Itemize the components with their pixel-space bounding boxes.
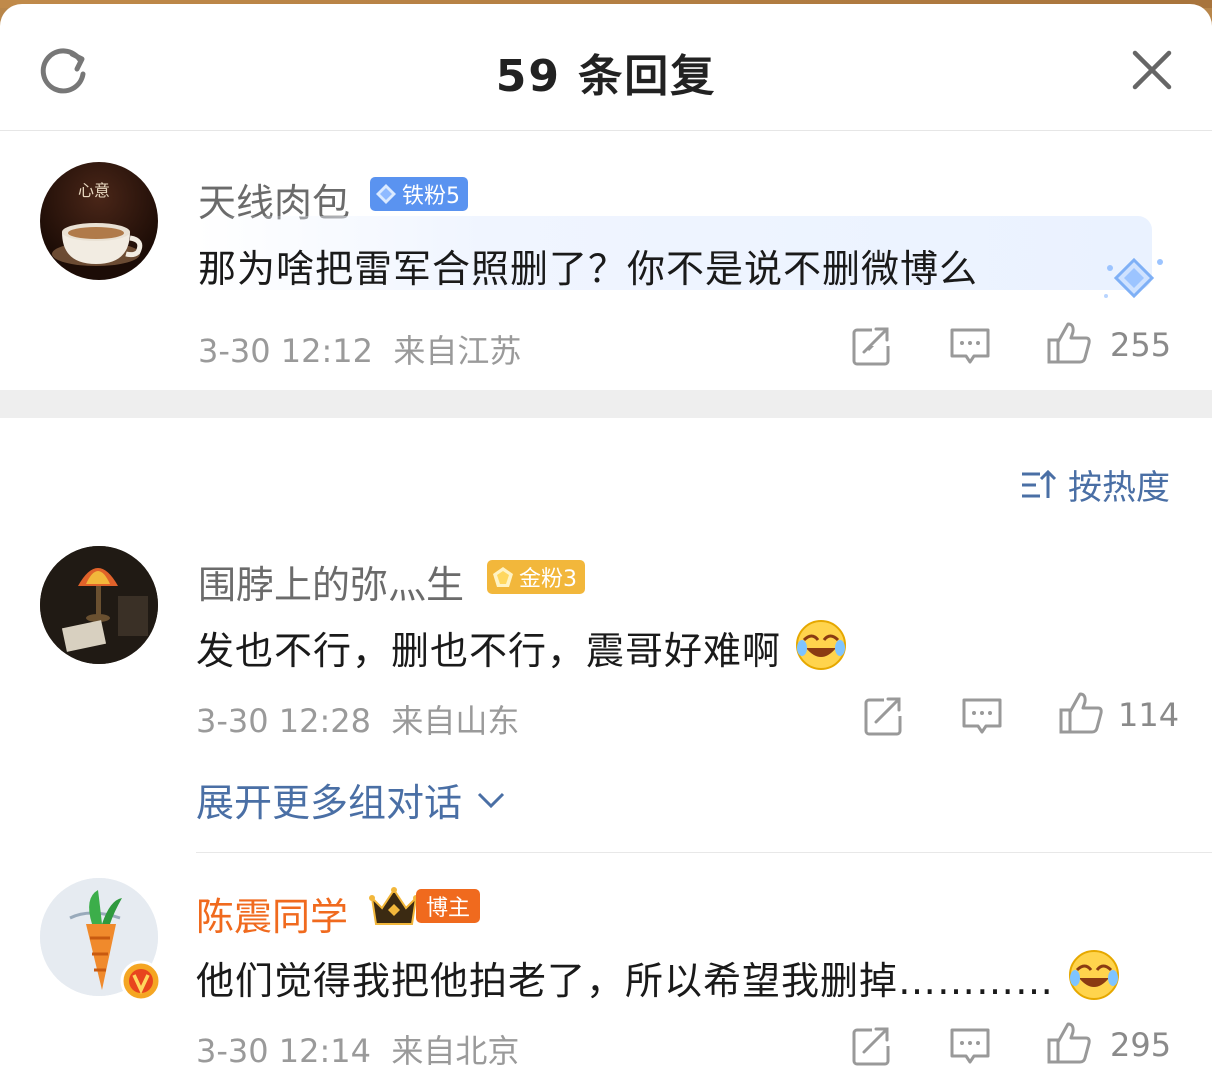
like-count: 114 xyxy=(1118,696,1180,734)
fan-badge-label: 金粉3 xyxy=(519,567,577,592)
section-divider xyxy=(0,390,1212,418)
sort-label: 按热度 xyxy=(1068,468,1170,508)
like-count: 255 xyxy=(1110,326,1172,364)
author-username[interactable]: 陈震同学 xyxy=(196,886,348,941)
share-icon[interactable] xyxy=(850,1024,894,1068)
comment-icon[interactable] xyxy=(948,324,992,368)
lamp-image xyxy=(40,546,158,664)
comment-location: 来自江苏 xyxy=(393,332,522,370)
close-icon[interactable] xyxy=(1130,48,1174,92)
reply-time: 3-30 12:28 xyxy=(196,702,372,740)
avatar[interactable] xyxy=(40,546,158,664)
crown-icon xyxy=(369,887,419,925)
like-icon[interactable] xyxy=(1058,690,1104,736)
reply-location: 来自北京 xyxy=(391,1032,520,1070)
fan-badge[interactable]: 铁粉5 xyxy=(370,177,468,211)
page-title: 59 条回复 xyxy=(495,51,717,102)
expand-label: 展开更多组对话 xyxy=(196,781,463,825)
sparkle-diamond-icon xyxy=(1104,257,1163,299)
comment-time: 3-30 12:12 xyxy=(198,332,374,370)
sort-toggle[interactable]: 按热度 xyxy=(1020,460,1170,509)
reply-text: 发也不行，删也不行，震哥好难啊 xyxy=(196,618,848,675)
author-badge-label: 博主 xyxy=(416,889,481,923)
comment-text: 那为啥把雷军合照删了？你不是说不删微博么 xyxy=(198,247,979,291)
reply-meta: 3-30 12:28 来自山东 xyxy=(196,696,519,742)
laughing-tears-emoji-icon xyxy=(796,620,847,670)
sheet-header: 59 条回复 xyxy=(0,4,1212,131)
reply-text-body: 发也不行，删也不行，震哥好难啊 xyxy=(196,629,782,673)
verified-badge-icon xyxy=(120,960,162,1002)
sort-icon xyxy=(1022,469,1057,498)
comment-icon[interactable] xyxy=(948,1024,992,1068)
comment-icon[interactable] xyxy=(960,694,1004,738)
fan-badge-label: 铁粉5 xyxy=(402,184,460,209)
chevron-down-icon xyxy=(477,792,505,808)
username[interactable]: 围脖上的弥灬生 xyxy=(198,554,464,609)
like-icon[interactable] xyxy=(1046,320,1092,366)
gold-gem-icon xyxy=(493,567,513,587)
reply-text-body: 他们觉得我把他拍老了，所以希望我删掉………… xyxy=(196,959,1055,1003)
like-count: 295 xyxy=(1110,1026,1172,1064)
reply-time: 3-30 12:14 xyxy=(196,1032,372,1070)
fan-badge[interactable]: 金粉3 xyxy=(487,560,585,594)
like-icon[interactable] xyxy=(1046,1020,1092,1066)
share-icon[interactable] xyxy=(850,324,894,368)
reply-meta: 3-30 12:14 来自北京 xyxy=(196,1026,519,1072)
divider xyxy=(196,852,1212,853)
share-icon[interactable] xyxy=(862,694,906,738)
author-badge[interactable]: 博主 xyxy=(368,884,481,928)
expand-conversation-link[interactable]: 展开更多组对话 xyxy=(196,772,506,827)
laughing-tears-emoji-icon xyxy=(1069,950,1120,1000)
coffee-cup-image: 心意 xyxy=(52,181,143,266)
replies-sheet: 59 条回复 心意 天线肉包 铁粉5 那为啥把雷军合照删了？你不是说不删微博么 … xyxy=(0,4,1212,1080)
avatar[interactable]: 心意 xyxy=(40,162,158,280)
diamond-icon xyxy=(376,184,396,204)
avatar-caption: 心意 xyxy=(78,181,110,200)
reply-text: 他们觉得我把他拍老了，所以希望我删掉………… xyxy=(196,948,1121,1005)
reply-location: 来自山东 xyxy=(391,702,520,740)
comment-meta: 3-30 12:12 来自江苏 xyxy=(198,326,521,372)
